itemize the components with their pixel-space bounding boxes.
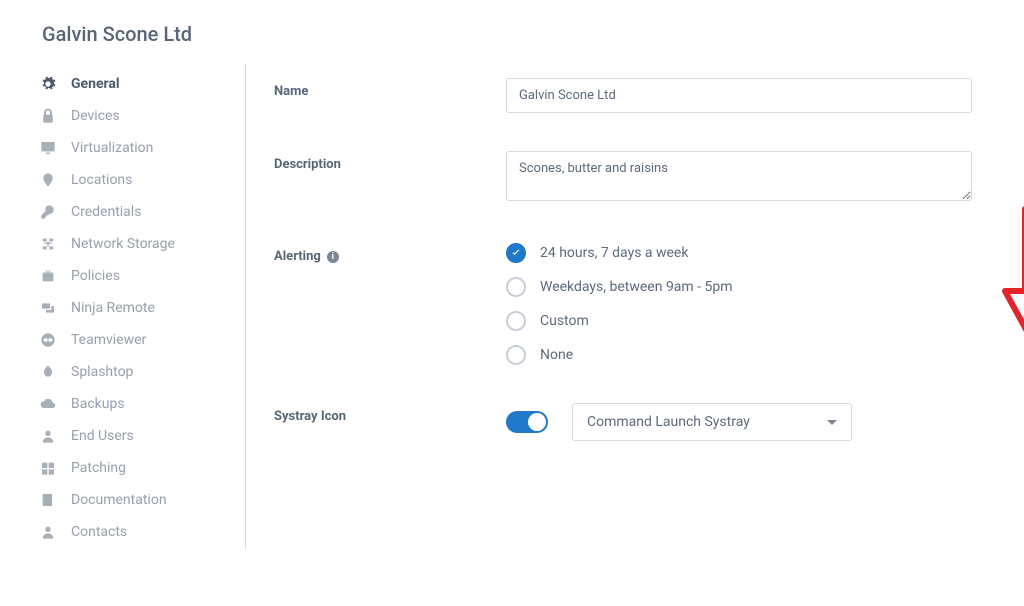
monitor-icon bbox=[38, 140, 58, 156]
page-title: Galvin Scone Ltd bbox=[0, 0, 1024, 64]
sidebar-item-label: Documentation bbox=[71, 492, 167, 508]
sidebar-item-backups[interactable]: Backups bbox=[36, 388, 245, 420]
systray-select-value: Command Launch Systray bbox=[587, 414, 750, 430]
sidebar-item-label: Devices bbox=[71, 108, 120, 124]
systray-toggle[interactable] bbox=[506, 411, 548, 433]
toggle-knob bbox=[528, 413, 546, 431]
person-icon bbox=[38, 428, 58, 444]
alerting-option-2[interactable]: Custom bbox=[506, 311, 974, 331]
alerting-option-3[interactable]: None bbox=[506, 345, 974, 365]
sidebar-item-splashtop[interactable]: Splashtop bbox=[36, 356, 245, 388]
book-icon bbox=[38, 492, 58, 508]
sidebar-item-credentials[interactable]: Credentials bbox=[36, 196, 245, 228]
sidebar-item-patching[interactable]: Patching bbox=[36, 452, 245, 484]
pin-icon bbox=[38, 172, 58, 188]
radio-label: None bbox=[540, 347, 573, 363]
teamviewer-icon bbox=[38, 332, 58, 348]
radio-label: Weekdays, between 9am - 5pm bbox=[540, 279, 733, 295]
description-label: Description bbox=[274, 151, 506, 172]
briefcase-icon bbox=[38, 268, 58, 284]
name-input[interactable] bbox=[506, 78, 972, 113]
alerting-option-1[interactable]: Weekdays, between 9am - 5pm bbox=[506, 277, 974, 297]
splashtop-icon bbox=[38, 364, 58, 380]
radio-circle bbox=[506, 277, 526, 297]
windows-icon bbox=[38, 460, 58, 476]
sidebar-item-general[interactable]: General bbox=[36, 68, 245, 100]
description-textarea[interactable] bbox=[506, 151, 972, 201]
alerting-radio-group: 24 hours, 7 days a week Weekdays, between… bbox=[506, 243, 974, 365]
sidebar-item-label: Contacts bbox=[71, 524, 127, 540]
name-label: Name bbox=[274, 78, 506, 99]
sidebar-item-documentation[interactable]: Documentation bbox=[36, 484, 245, 516]
radio-label: Custom bbox=[540, 313, 589, 329]
person-icon bbox=[38, 524, 58, 540]
sidebar-item-network-storage[interactable]: Network Storage bbox=[36, 228, 245, 260]
radio-label: 24 hours, 7 days a week bbox=[540, 245, 688, 261]
sidebar-item-end-users[interactable]: End Users bbox=[36, 420, 245, 452]
remote-icon bbox=[38, 300, 58, 316]
key-icon bbox=[38, 204, 58, 220]
sidebar-item-devices[interactable]: Devices bbox=[36, 100, 245, 132]
sidebar-item-label: Locations bbox=[71, 172, 132, 188]
sidebar-item-policies[interactable]: Policies bbox=[36, 260, 245, 292]
main-panel: Name Description Alerting i 24 hours, 7 … bbox=[246, 64, 1024, 548]
info-icon[interactable]: i bbox=[327, 251, 339, 263]
sidebar-item-teamviewer[interactable]: Teamviewer bbox=[36, 324, 245, 356]
sidebar-item-label: Policies bbox=[71, 268, 120, 284]
sidebar: General Devices Virtualization Locations Cre… bbox=[36, 64, 246, 548]
radio-circle bbox=[506, 243, 526, 263]
alerting-option-0[interactable]: 24 hours, 7 days a week bbox=[506, 243, 974, 263]
sidebar-item-label: End Users bbox=[71, 428, 134, 444]
sidebar-item-label: Teamviewer bbox=[71, 332, 146, 348]
sidebar-item-virtualization[interactable]: Virtualization bbox=[36, 132, 245, 164]
sidebar-item-label: General bbox=[71, 76, 120, 92]
radio-circle bbox=[506, 311, 526, 331]
sidebar-item-label: Patching bbox=[71, 460, 126, 476]
systray-label: Systray Icon bbox=[274, 403, 506, 424]
alerting-label: Alerting i bbox=[274, 243, 506, 264]
cloud-icon bbox=[38, 396, 58, 412]
annotation-arrow bbox=[999, 206, 1024, 356]
lock-icon bbox=[38, 108, 58, 124]
sidebar-item-label: Backups bbox=[71, 396, 125, 412]
sidebar-item-contacts[interactable]: Contacts bbox=[36, 516, 245, 548]
sidebar-item-label: Virtualization bbox=[71, 140, 153, 156]
sidebar-item-locations[interactable]: Locations bbox=[36, 164, 245, 196]
gear-icon bbox=[38, 76, 58, 92]
sidebar-item-label: Network Storage bbox=[71, 236, 175, 252]
sidebar-item-label: Credentials bbox=[71, 204, 141, 220]
sidebar-item-label: Splashtop bbox=[71, 364, 133, 380]
sidebar-item-ninja-remote[interactable]: Ninja Remote bbox=[36, 292, 245, 324]
chevron-down-icon bbox=[827, 420, 837, 425]
sidebar-item-label: Ninja Remote bbox=[71, 300, 155, 316]
systray-select[interactable]: Command Launch Systray bbox=[572, 403, 852, 441]
network-icon bbox=[38, 236, 58, 252]
radio-circle bbox=[506, 345, 526, 365]
